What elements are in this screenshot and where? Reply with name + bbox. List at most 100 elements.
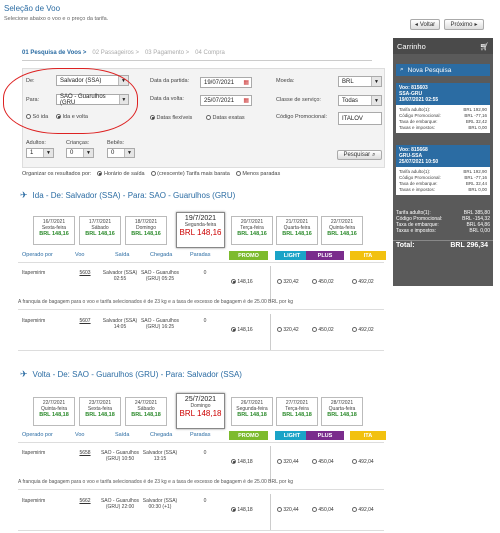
date-option[interactable]: 22/7/2021 Quinta-feira BRL 148,16: [321, 216, 363, 245]
return-date-input[interactable]: 25/07/2021 ▦: [200, 95, 252, 106]
date-price: BRL 148,16: [237, 231, 267, 237]
infants-select[interactable]: 0 ▼: [107, 148, 135, 158]
calendar-icon[interactable]: ▦: [243, 97, 251, 104]
fare-option[interactable]: 450,04: [312, 459, 334, 465]
fare-radio[interactable]: [277, 459, 282, 465]
sort-stops-radio[interactable]: [235, 171, 241, 177]
date-option[interactable]: 19/7/2021 Segunda-feira BRL 148,16: [176, 212, 225, 248]
fare-radio[interactable]: [352, 507, 357, 513]
fare-option[interactable]: 148,18: [231, 459, 253, 465]
fare-radio[interactable]: [277, 279, 282, 285]
sort-options: Organizar os resultados por: Horário de …: [22, 171, 281, 177]
promo-code-input[interactable]: ITALOV: [338, 112, 382, 125]
date-option[interactable]: 21/7/2021 Quarta-feira BRL 148,16: [276, 216, 318, 245]
fare-option[interactable]: 320,44: [277, 459, 299, 465]
date-option[interactable]: 24/7/2021 Sábado BRL 148,18: [125, 397, 167, 426]
page-title: Seleção de Voo: [4, 4, 61, 13]
cell-voo[interactable]: 5607: [75, 318, 95, 324]
fare-option[interactable]: 148,18: [231, 507, 253, 513]
exact-dates-option[interactable]: Datas exatas: [206, 115, 245, 121]
fare-option[interactable]: 320,42: [277, 327, 299, 333]
cart-icon: 🛒︎: [479, 41, 489, 51]
fare-option[interactable]: 148,16: [231, 279, 253, 285]
cart-total: Total: BRL 296,34: [396, 242, 488, 249]
search-button[interactable]: Pesquisar ⌕: [337, 150, 382, 160]
sort-cheapest-radio[interactable]: [150, 171, 156, 177]
fare-option[interactable]: 492,02: [352, 279, 374, 285]
children-select[interactable]: 0 ▼: [66, 148, 94, 158]
currency-select[interactable]: BRL ▼: [338, 76, 382, 87]
fare-radio[interactable]: [277, 507, 282, 513]
fare-option[interactable]: 320,44: [277, 507, 299, 513]
row-divider: [18, 489, 384, 490]
fare-radio[interactable]: [231, 459, 236, 465]
fare-option[interactable]: 450,02: [312, 327, 334, 333]
fare-radio[interactable]: [312, 507, 317, 513]
new-search-button[interactable]: ⌕ Nova Pesquisa: [396, 64, 490, 76]
fare-option[interactable]: 492,02: [352, 327, 374, 333]
fare-radio[interactable]: [312, 327, 317, 333]
date-option[interactable]: 26/7/2021 Segunda-feira BRL 148,18: [231, 397, 273, 426]
price-label: Código Promocional:: [399, 175, 441, 180]
price-value: BRL 0,00: [468, 125, 487, 130]
back-button[interactable]: ◂ Voltar: [410, 19, 440, 30]
sort-departure-option[interactable]: Horário de saída: [97, 171, 145, 177]
fare-tab-light: LIGHT: [275, 431, 309, 440]
next-button[interactable]: Próximo ▸: [444, 19, 484, 30]
fare-radio[interactable]: [231, 279, 236, 285]
fare-radio[interactable]: [352, 459, 357, 465]
adults-select[interactable]: 1 ▼: [26, 148, 54, 158]
fare-radio[interactable]: [231, 327, 236, 333]
date-option[interactable]: 22/7/2021 Quinta-feira BRL 148,18: [33, 397, 75, 426]
fare-option[interactable]: 320,42: [277, 279, 299, 285]
fare-option[interactable]: 492,04: [352, 507, 374, 513]
fare-option[interactable]: 450,04: [312, 507, 334, 513]
date-option[interactable]: 23/7/2021 Sexta-feira BRL 148,18: [79, 397, 121, 426]
steps-breadcrumb: 01 Pesquisa de Voos > 02 Passageiros > 0…: [22, 50, 374, 56]
fare-radio[interactable]: [231, 507, 236, 513]
flex-dates-radio[interactable]: [150, 115, 155, 121]
date-option[interactable]: 28/7/2021 Quarta-feira BRL 148,18: [321, 397, 363, 426]
fare-option[interactable]: 450,02: [312, 279, 334, 285]
fare-radio[interactable]: [312, 459, 317, 465]
sort-cheapest-option[interactable]: (crescente) Tarifa mais barata: [150, 171, 230, 177]
price-value: BRL 0,00: [468, 187, 487, 192]
fare-radio[interactable]: [277, 327, 282, 333]
chevron-down-icon: ▼: [83, 149, 93, 157]
cell-voo[interactable]: 5662: [75, 498, 95, 504]
price-label: Taxas e impostos:: [399, 187, 436, 192]
date-price: BRL 148,16: [131, 231, 161, 237]
calendar-icon[interactable]: ▦: [243, 79, 251, 86]
date-option[interactable]: 20/7/2021 Terça-feira BRL 148,16: [231, 216, 273, 245]
search-icon: ⌕: [372, 151, 376, 158]
cell-voo[interactable]: 5603: [75, 270, 95, 276]
date-price: BRL 148,18: [327, 412, 357, 418]
date-option[interactable]: 17/7/2021 Sábado BRL 148,16: [79, 216, 121, 245]
fare-radio[interactable]: [352, 327, 357, 333]
fare-price: 492,02: [358, 327, 374, 333]
date-option[interactable]: 16/7/2021 Sexta-feira BRL 148,16: [33, 216, 75, 245]
departure-date-input[interactable]: 19/07/2021 ▦: [200, 77, 252, 88]
class-select[interactable]: Todas ▼: [338, 95, 382, 106]
sort-stops-option[interactable]: Menos paradas: [235, 171, 280, 177]
step-4: 04 Compra: [195, 50, 225, 56]
cell-voo[interactable]: 5658: [75, 450, 95, 456]
fare-radio[interactable]: [312, 279, 317, 285]
fare-price: 450,02: [318, 279, 334, 285]
date-option[interactable]: 18/7/2021 Domingo BRL 148,16: [125, 216, 167, 245]
chevron-down-icon: ▼: [43, 149, 53, 157]
date-option[interactable]: 27/7/2021 Terça-feira BRL 148,18: [276, 397, 318, 426]
date-option[interactable]: 25/7/2021 Domingo BRL 148,18: [176, 393, 225, 429]
fare-price: 148,18: [237, 459, 253, 465]
fare-tab-promo: PROMO: [229, 251, 268, 260]
flex-dates-option[interactable]: Datas flexíveis: [150, 115, 192, 121]
fare-option[interactable]: 492,04: [352, 459, 374, 465]
fare-radio[interactable]: [352, 279, 357, 285]
fare-price: 320,42: [283, 327, 299, 333]
cart-flight-1: Voo: 815603 SSA-GRU 19/07/2021 02:55 Tar…: [396, 83, 490, 133]
fare-option[interactable]: 148,16: [231, 327, 253, 333]
cell-chegada: SAO - Guarulhos (GRU) 05:25: [140, 270, 180, 282]
cell-chegada: Salvador (SSA) 00:30 (+1): [142, 498, 178, 510]
exact-dates-radio[interactable]: [206, 115, 211, 121]
sort-departure-radio[interactable]: [97, 171, 103, 177]
